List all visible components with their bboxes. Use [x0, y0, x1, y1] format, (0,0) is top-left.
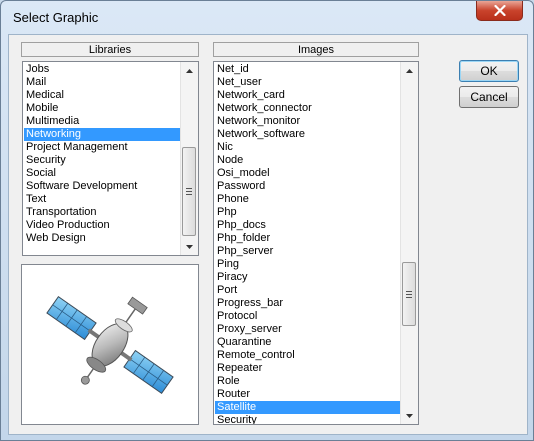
images-list-item[interactable]: Satellite [215, 401, 401, 414]
close-icon [493, 5, 506, 16]
libraries-list-item[interactable]: Mobile [24, 102, 181, 115]
images-list-item[interactable]: Php_server [215, 245, 401, 258]
scroll-up-arrow[interactable] [401, 62, 418, 79]
arrow-up-icon [406, 68, 413, 73]
images-list-item[interactable]: Network_connector [215, 102, 401, 115]
libraries-scrollbar[interactable] [180, 62, 198, 255]
grip-icon [186, 188, 192, 195]
libraries-list-item[interactable]: Social [24, 167, 181, 180]
libraries-list-item[interactable]: Project Management [24, 141, 181, 154]
grip-icon [406, 290, 412, 298]
images-list-item[interactable]: Net_id [215, 63, 401, 76]
scroll-down-arrow[interactable] [181, 238, 198, 255]
images-list-item[interactable]: Net_user [215, 76, 401, 89]
libraries-list-item[interactable]: Transportation [24, 206, 181, 219]
libraries-list: Jobs Mail Medical Mobile Multimedia Networkin… [24, 63, 181, 245]
images-list-item[interactable]: Ping [215, 258, 401, 271]
libraries-list-item[interactable]: Jobs [24, 63, 181, 76]
images-list-item[interactable]: Proxy_server [215, 323, 401, 336]
satellite-icon [46, 295, 174, 395]
libraries-list-item[interactable]: Software Development [24, 180, 181, 193]
ok-button[interactable]: OK [459, 60, 519, 82]
title-bar[interactable]: Select Graphic [1, 1, 533, 35]
scroll-up-arrow[interactable] [181, 62, 198, 79]
image-preview [21, 264, 199, 425]
images-list-item[interactable]: Osi_model [215, 167, 401, 180]
images-list-item[interactable]: Security [215, 414, 401, 424]
cancel-button[interactable]: Cancel [459, 86, 519, 108]
images-header: Images [213, 42, 419, 57]
libraries-list-item[interactable]: Mail [24, 76, 181, 89]
libraries-list-item[interactable]: Medical [24, 89, 181, 102]
images-listbox[interactable]: Net_id Net_user Network_card Network_connec… [213, 61, 419, 425]
arrow-down-icon [406, 413, 413, 418]
images-list-item[interactable]: Nic [215, 141, 401, 154]
images-list-item[interactable]: Remote_control [215, 349, 401, 362]
libraries-scroll-thumb[interactable] [182, 147, 196, 236]
images-list-item[interactable]: Node [215, 154, 401, 167]
libraries-list-item[interactable]: Video Production [24, 219, 181, 232]
close-button[interactable] [476, 1, 523, 21]
images-list-item[interactable]: Piracy [215, 271, 401, 284]
window-title: Select Graphic [13, 10, 99, 25]
dialog-window: Select Graphic Libraries Jobs Mail Medical… [0, 0, 534, 441]
arrow-up-icon [186, 68, 193, 73]
images-list: Net_id Net_user Network_card Network_connec… [215, 63, 401, 424]
images-list-item[interactable]: Password [215, 180, 401, 193]
images-list-item[interactable]: Php [215, 206, 401, 219]
dialog-content: Libraries Jobs Mail Medical Mobile Multimedi… [8, 34, 528, 435]
images-list-item[interactable]: Repeater [215, 362, 401, 375]
images-list-item[interactable]: Network_card [215, 89, 401, 102]
scroll-down-arrow[interactable] [401, 407, 418, 424]
libraries-list-item[interactable]: Networking [24, 128, 181, 141]
libraries-listbox[interactable]: Jobs Mail Medical Mobile Multimedia Networkin… [22, 61, 199, 256]
images-list-item[interactable]: Network_monitor [215, 115, 401, 128]
images-list-item[interactable]: Protocol [215, 310, 401, 323]
images-scrollbar[interactable] [400, 62, 418, 424]
libraries-list-item[interactable]: Multimedia [24, 115, 181, 128]
images-list-item[interactable]: Quarantine [215, 336, 401, 349]
images-list-item[interactable]: Phone [215, 193, 401, 206]
libraries-header: Libraries [21, 42, 199, 57]
images-list-item[interactable]: Php_folder [215, 232, 401, 245]
images-list-item[interactable]: Progress_bar [215, 297, 401, 310]
arrow-down-icon [186, 244, 193, 249]
images-list-item[interactable]: Router [215, 388, 401, 401]
images-list-item[interactable]: Network_software [215, 128, 401, 141]
images-list-item[interactable]: Role [215, 375, 401, 388]
libraries-group: Libraries Jobs Mail Medical Mobile Multimedi… [21, 42, 199, 256]
libraries-list-item[interactable]: Web Design [24, 232, 181, 245]
images-scroll-thumb[interactable] [402, 262, 416, 326]
libraries-list-item[interactable]: Text [24, 193, 181, 206]
images-list-item[interactable]: Php_docs [215, 219, 401, 232]
images-list-item[interactable]: Port [215, 284, 401, 297]
images-group: Images Net_id Net_user Network_card Network… [213, 42, 419, 425]
libraries-list-item[interactable]: Security [24, 154, 181, 167]
